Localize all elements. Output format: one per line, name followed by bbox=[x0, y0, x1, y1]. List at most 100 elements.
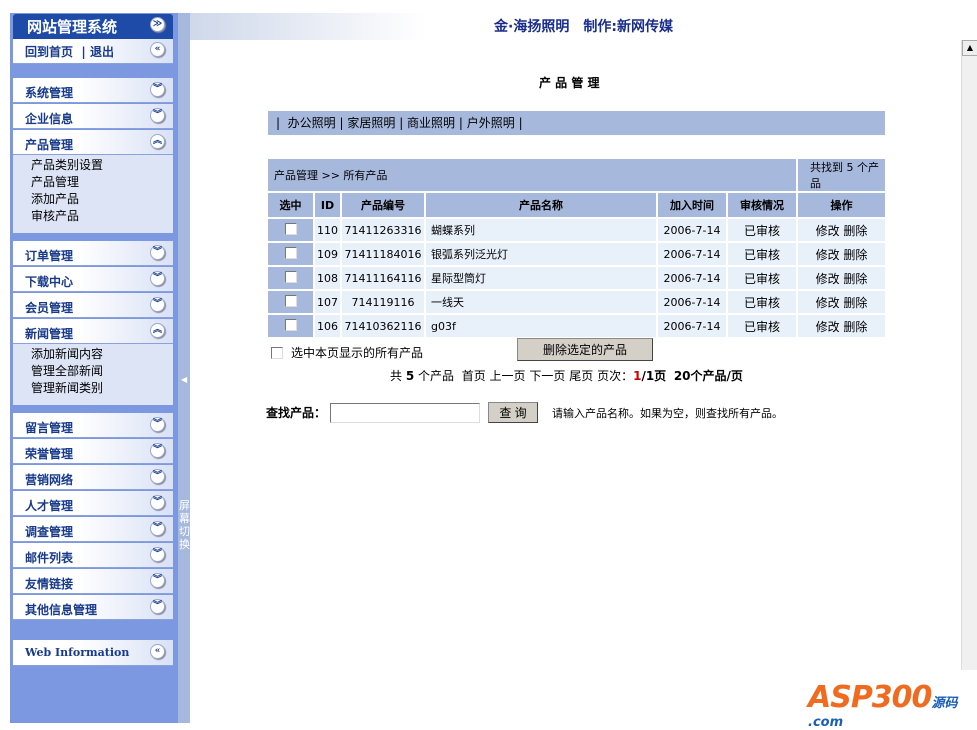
sidebar-group-label: 系统管理 bbox=[25, 86, 74, 100]
sidebar-group-13[interactable]: 友情链接 ︾ bbox=[13, 569, 173, 594]
sidebar-group-label: 荣誉管理 bbox=[25, 447, 74, 461]
row-select-cell bbox=[268, 291, 313, 313]
sidebar-group-1[interactable]: 企业信息 ︾ bbox=[13, 104, 173, 129]
chevron-down-icon[interactable]: ≫ bbox=[150, 17, 165, 32]
row-name: 蝴蝶系列 bbox=[426, 219, 656, 241]
row-select-cell bbox=[268, 219, 313, 241]
search-input[interactable] bbox=[330, 402, 481, 423]
screen-toggle-bar[interactable]: ◀ 屏幕切换 bbox=[178, 13, 190, 723]
select-all-checkbox[interactable] bbox=[271, 346, 283, 359]
scroll-up-icon[interactable]: ▲ bbox=[962, 40, 977, 56]
pager-last[interactable]: 尾页 bbox=[569, 369, 593, 383]
chevron-left-icon[interactable]: « bbox=[150, 644, 165, 659]
pager-first[interactable]: 首页 bbox=[462, 369, 486, 383]
chevron-down-icon[interactable]: ︾ bbox=[150, 297, 165, 312]
column-header: 审核情况 bbox=[728, 193, 796, 217]
collapse-arrow-icon[interactable]: ◀ bbox=[181, 375, 187, 384]
sidebar-group-label: 其他信息管理 bbox=[25, 603, 98, 617]
sidebar-group-label: 友情链接 bbox=[25, 577, 74, 591]
sidebar-group-0[interactable]: 系统管理 ︾ bbox=[13, 78, 173, 103]
sidebar-subitem[interactable]: 添加产品 bbox=[31, 191, 173, 208]
chevron-down-icon[interactable]: ︾ bbox=[150, 245, 165, 260]
row-select-cell bbox=[268, 267, 313, 289]
chevron-up-icon[interactable]: ︽ bbox=[150, 134, 165, 149]
sidebar-subitem[interactable]: 管理全部新闻 bbox=[31, 363, 173, 380]
chevron-down-icon[interactable]: ︾ bbox=[150, 271, 165, 286]
chevron-up-icon[interactable]: ︽ bbox=[150, 323, 165, 338]
edit-link[interactable]: 修改 bbox=[816, 224, 840, 238]
sidebar-subitem[interactable]: 管理新闻类别 bbox=[31, 380, 173, 397]
sidebar-group-2[interactable]: 产品管理 ︽ bbox=[13, 130, 173, 155]
search-button[interactable]: 查 询 bbox=[488, 402, 539, 423]
sidebar-subitem[interactable]: 添加新闻内容 bbox=[31, 346, 173, 363]
home-link[interactable]: 回到首页 bbox=[25, 45, 73, 59]
chevron-down-icon[interactable]: ︾ bbox=[150, 599, 165, 614]
row-name: 一线天 bbox=[426, 291, 656, 313]
sidebar-subitem[interactable]: 产品类别设置 bbox=[31, 157, 173, 174]
web-information-bar[interactable]: Web Information « bbox=[13, 640, 173, 666]
logout-link[interactable]: 退出 bbox=[90, 45, 114, 59]
chevron-down-icon[interactable]: ︾ bbox=[150, 443, 165, 458]
chevron-left-icon[interactable]: « bbox=[150, 42, 165, 57]
scrollbar[interactable]: ▲ bbox=[961, 40, 977, 670]
pager-total-label: 共 bbox=[390, 369, 403, 383]
chevron-down-icon[interactable]: ︾ bbox=[150, 417, 165, 432]
edit-link[interactable]: 修改 bbox=[816, 248, 840, 262]
chevron-down-icon[interactable]: ︾ bbox=[150, 521, 165, 536]
table-row: 108 71411164116 星际型筒灯 2006-7-14 已审核 修改 删… bbox=[268, 267, 885, 289]
sidebar-group-14[interactable]: 其他信息管理 ︾ bbox=[13, 595, 173, 620]
delete-link[interactable]: 删除 bbox=[843, 272, 867, 286]
sidebar-group-6[interactable]: 新闻管理 ︽ bbox=[13, 319, 173, 344]
breadcrumb: 产品管理 >> 所有产品 bbox=[268, 159, 796, 191]
table-row: 106 71410362116 g03f 2006-7-14 已审核 修改 删除 bbox=[268, 315, 885, 337]
sidebar-submenu: 产品类别设置 产品管理 添加产品 审核产品 bbox=[13, 155, 173, 233]
chevron-down-icon[interactable]: ︾ bbox=[150, 108, 165, 123]
pager-prev[interactable]: 上一页 bbox=[490, 369, 526, 383]
delete-link[interactable]: 删除 bbox=[843, 296, 867, 310]
sidebar-group-3[interactable]: 订单管理 ︾ bbox=[13, 241, 173, 266]
category-link[interactable]: 户外照明 bbox=[467, 116, 515, 130]
column-header: 选中 bbox=[268, 193, 313, 217]
pager-next[interactable]: 下一页 bbox=[529, 369, 565, 383]
edit-link[interactable]: 修改 bbox=[816, 296, 840, 310]
row-checkbox[interactable] bbox=[284, 294, 297, 307]
delete-link[interactable]: 删除 bbox=[843, 224, 867, 238]
row-status: 已审核 bbox=[728, 243, 796, 265]
delete-link[interactable]: 删除 bbox=[843, 248, 867, 262]
sidebar-group-4[interactable]: 下载中心 ︾ bbox=[13, 267, 173, 292]
sidebar-group-label: 下载中心 bbox=[25, 275, 74, 289]
category-link[interactable]: 商业照明 bbox=[407, 116, 455, 130]
edit-link[interactable]: 修改 bbox=[816, 320, 840, 334]
column-header: 加入时间 bbox=[658, 193, 726, 217]
sidebar-group-7[interactable]: 留言管理 ︾ bbox=[13, 413, 173, 438]
screen-toggle-label[interactable]: 屏幕切换 bbox=[179, 499, 190, 551]
sidebar-group-8[interactable]: 荣誉管理 ︾ bbox=[13, 439, 173, 464]
sidebar-group-11[interactable]: 调查管理 ︾ bbox=[13, 517, 173, 542]
chevron-down-icon[interactable]: ︾ bbox=[150, 469, 165, 484]
row-checkbox[interactable] bbox=[284, 246, 297, 259]
sidebar-group-9[interactable]: 营销网络 ︾ bbox=[13, 465, 173, 490]
row-name: 银弧系列泛光灯 bbox=[426, 243, 656, 265]
chevron-down-icon[interactable]: ︾ bbox=[150, 547, 165, 562]
row-checkbox[interactable] bbox=[284, 318, 297, 331]
delete-link[interactable]: 删除 bbox=[843, 320, 867, 334]
chevron-down-icon[interactable]: ︾ bbox=[150, 495, 165, 510]
row-checkbox[interactable] bbox=[284, 270, 297, 283]
edit-link[interactable]: 修改 bbox=[816, 272, 840, 286]
category-link[interactable]: 办公照明 bbox=[288, 116, 336, 130]
sidebar-subitem[interactable]: 审核产品 bbox=[31, 208, 173, 225]
delete-selected-button[interactable]: 删除选定的产品 bbox=[517, 338, 653, 361]
table-row: 110 71411263316 蝴蝶系列 2006-7-14 已审核 修改 删除 bbox=[268, 219, 885, 241]
sidebar-group-5[interactable]: 会员管理 ︾ bbox=[13, 293, 173, 318]
sidebar-group-10[interactable]: 人才管理 ︾ bbox=[13, 491, 173, 516]
row-checkbox[interactable] bbox=[284, 222, 297, 235]
sidebar-group-12[interactable]: 邮件列表 ︾ bbox=[13, 543, 173, 568]
sidebar-title-text: 网站管理系统 bbox=[27, 18, 118, 36]
chevron-down-icon[interactable]: ︾ bbox=[150, 573, 165, 588]
sidebar-group-label: 新闻管理 bbox=[25, 327, 74, 341]
sidebar-subitem[interactable]: 产品管理 bbox=[31, 174, 173, 191]
sidebar-group-label: 营销网络 bbox=[25, 473, 74, 487]
chevron-down-icon[interactable]: ︾ bbox=[150, 82, 165, 97]
category-link[interactable]: 家居照明 bbox=[347, 116, 395, 130]
column-header: 操作 bbox=[798, 193, 885, 217]
